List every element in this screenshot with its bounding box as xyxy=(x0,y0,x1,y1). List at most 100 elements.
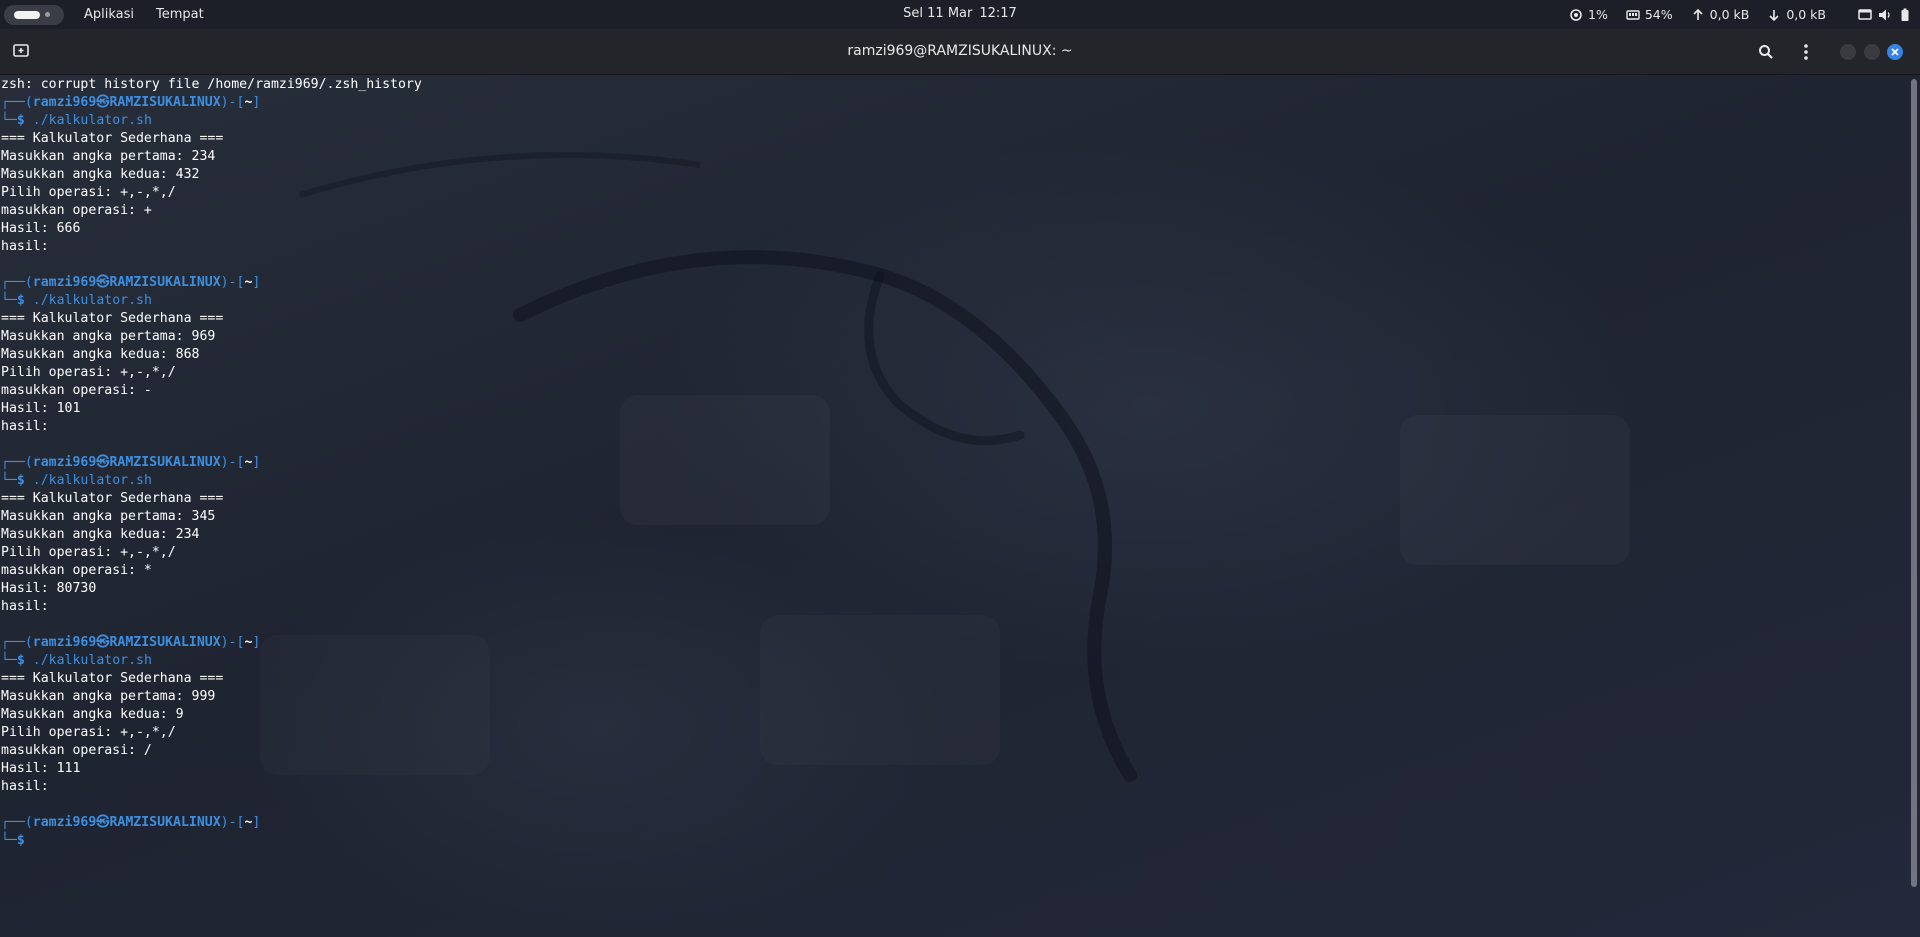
applications-menu[interactable]: Aplikasi xyxy=(78,3,140,26)
activities-button[interactable] xyxy=(4,4,64,25)
prompt-at: ㉿ xyxy=(96,455,110,470)
prompt-box-bottom: └─ xyxy=(1,653,17,668)
clock-time: 12:17 xyxy=(979,6,1017,21)
prompt-user: ramzi969 xyxy=(32,455,97,470)
command-text: ./kalkulator.sh xyxy=(32,653,152,668)
output-line: Pilih operasi: +,-,*,/ xyxy=(1,365,176,380)
prompt-path-close: ] xyxy=(252,455,261,470)
prompt-dollar: $ xyxy=(16,473,25,488)
output-line: hasil: xyxy=(1,779,49,794)
prompt-host: RAMZISUKALINUX xyxy=(109,275,221,290)
output-line: hasil: xyxy=(1,419,49,434)
volume-icon[interactable] xyxy=(1878,8,1892,22)
prompt-path-open: )-[ xyxy=(220,635,245,650)
prompt-dollar: $ xyxy=(16,113,25,128)
download-value: 0,0 kB xyxy=(1786,7,1826,22)
cpu-icon xyxy=(1570,8,1582,21)
output-line: Masukkan angka kedua: 9 xyxy=(1,707,184,722)
command-line: └─$ xyxy=(1,832,422,850)
memory-indicator[interactable]: 54% xyxy=(1620,7,1679,22)
memory-value: 54% xyxy=(1644,7,1673,22)
command-text: ./kalkulator.sh xyxy=(32,293,152,308)
prompt-line: ┌──(ramzi969㉿RAMZISUKALINUX)-[~] xyxy=(1,634,422,652)
battery-icon[interactable] xyxy=(1898,8,1912,22)
output-line: Masukkan angka pertama: 969 xyxy=(1,329,216,344)
menu-button[interactable] xyxy=(1794,40,1818,64)
cpu-value: 1% xyxy=(1588,7,1608,22)
prompt-path-close: ] xyxy=(252,95,261,110)
download-arrow-icon xyxy=(1769,9,1779,21)
clock-day: Sel 11 Mar xyxy=(903,6,973,21)
search-button[interactable] xyxy=(1754,40,1778,64)
prompt-path-open: )-[ xyxy=(220,815,245,830)
prompt-line: ┌──(ramzi969㉿RAMZISUKALINUX)-[~] xyxy=(1,274,422,292)
command-line: └─$ ./kalkulator.sh xyxy=(1,112,422,130)
screen-icon[interactable] xyxy=(1858,8,1872,22)
prompt-dollar: $ xyxy=(16,653,25,668)
upload-indicator[interactable]: 0,0 kB xyxy=(1685,7,1756,22)
prompt-box-top: ┌──( xyxy=(1,275,33,290)
places-menu[interactable]: Tempat xyxy=(150,3,210,26)
maximize-button[interactable] xyxy=(1864,44,1880,60)
prompt-box-top: ┌──( xyxy=(1,815,33,830)
output-line: masukkan operasi: + xyxy=(1,203,152,218)
output-line: masukkan operasi: / xyxy=(1,743,152,758)
top-panel: Aplikasi Tempat Sel 11 Mar 12:17 1% 54% … xyxy=(0,0,1920,29)
output-line: === Kalkulator Sederhana === xyxy=(1,131,224,146)
command-text: ./kalkulator.sh xyxy=(32,113,152,128)
prompt-path-open: )-[ xyxy=(220,95,245,110)
output-line: Masukkan angka kedua: 432 xyxy=(1,167,200,182)
upload-arrow-icon xyxy=(1693,8,1703,20)
prompt-at: ㉿ xyxy=(96,815,110,830)
prompt-path-open: )-[ xyxy=(220,275,245,290)
output-line: Masukkan angka pertama: 234 xyxy=(1,149,216,164)
prompt-user: ramzi969 xyxy=(32,815,97,830)
window-titlebar[interactable]: ramzi969@RAMZISUKALINUX: ~ xyxy=(0,29,1920,75)
prompt-box-bottom: └─ xyxy=(1,113,17,128)
system-tray: 1% 54% 0,0 kB 0,0 kB xyxy=(1563,0,1912,29)
search-icon xyxy=(1759,45,1773,59)
terminal-output[interactable]: zsh: corrupt history file /home/ramzi969… xyxy=(1,76,422,850)
cpu-indicator[interactable]: 1% xyxy=(1563,7,1614,22)
memory-icon xyxy=(1626,9,1640,20)
prompt-user: ramzi969 xyxy=(32,95,97,110)
prompt-at: ㉿ xyxy=(96,275,110,290)
output-line: === Kalkulator Sederhana === xyxy=(1,311,224,326)
prompt-path-close: ] xyxy=(252,815,261,830)
new-tab-icon[interactable] xyxy=(12,43,32,59)
prompt-line: ┌──(ramzi969㉿RAMZISUKALINUX)-[~] xyxy=(1,94,422,112)
menu-kebab-icon xyxy=(1804,44,1808,60)
command-line: └─$ ./kalkulator.sh xyxy=(1,292,422,310)
output-line: === Kalkulator Sederhana === xyxy=(1,491,224,506)
output-line: Pilih operasi: +,-,*,/ xyxy=(1,725,176,740)
workspace-dot-icon xyxy=(45,12,50,17)
prompt-box-bottom: └─ xyxy=(1,293,17,308)
terminal-scrollbar[interactable] xyxy=(1911,79,1917,887)
command-text: ./kalkulator.sh xyxy=(32,473,152,488)
minimize-button[interactable] xyxy=(1840,44,1856,60)
prompt-box-top: ┌──( xyxy=(1,635,33,650)
output-line: === Kalkulator Sederhana === xyxy=(1,671,224,686)
terminal-line: zsh: corrupt history file /home/ramzi969… xyxy=(1,77,422,92)
activities-icon xyxy=(14,10,40,19)
terminal-window: ramzi969@RAMZISUKALINUX: ~ zsh: corrupt … xyxy=(0,29,1920,937)
close-button[interactable] xyxy=(1887,44,1903,60)
output-line: hasil: xyxy=(1,239,49,254)
prompt-user: ramzi969 xyxy=(32,635,97,650)
prompt-dollar: $ xyxy=(16,293,25,308)
output-line: Pilih operasi: +,-,*,/ xyxy=(1,185,176,200)
output-line: masukkan operasi: * xyxy=(1,563,152,578)
command-line: └─$ ./kalkulator.sh xyxy=(1,472,422,490)
prompt-user: ramzi969 xyxy=(32,275,97,290)
clock[interactable]: Sel 11 Mar 12:17 xyxy=(903,6,1017,21)
output-line: Hasil: 101 xyxy=(1,401,81,416)
prompt-at: ㉿ xyxy=(96,635,110,650)
download-indicator[interactable]: 0,0 kB xyxy=(1761,7,1832,22)
prompt-box-bottom: └─ xyxy=(1,473,17,488)
prompt-line: ┌──(ramzi969㉿RAMZISUKALINUX)-[~] xyxy=(1,814,422,832)
prompt-host: RAMZISUKALINUX xyxy=(109,455,221,470)
